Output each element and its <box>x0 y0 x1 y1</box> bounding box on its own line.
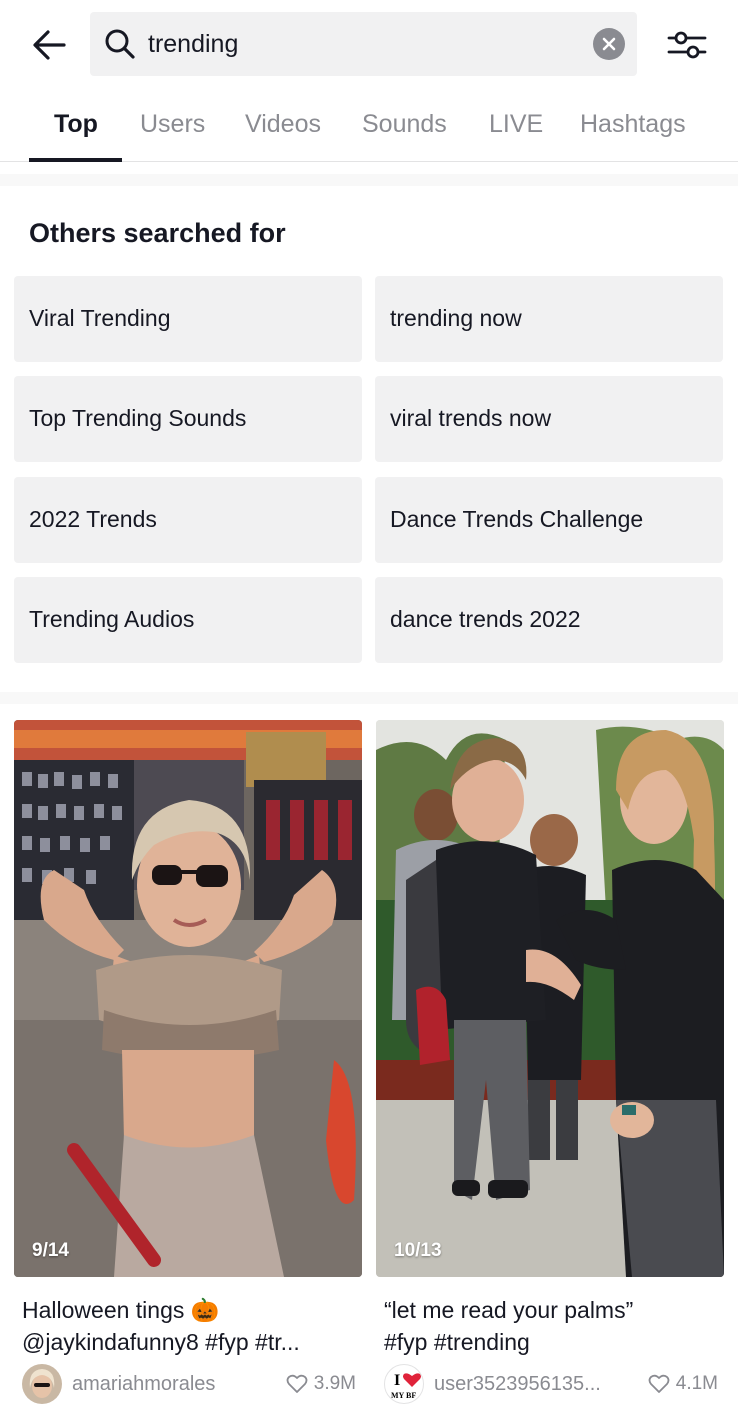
svg-text:I: I <box>394 1372 400 1389</box>
caption-line: @jaykindafunny8 #fyp #tr... <box>22 1329 300 1355</box>
search-icon <box>105 29 135 59</box>
tab-sounds[interactable]: Sounds <box>362 110 447 139</box>
carousel-counter: 10/13 <box>394 1240 442 1261</box>
like-count: 3.9M <box>286 1373 356 1395</box>
back-button[interactable] <box>26 22 72 68</box>
username[interactable]: user3523956135... <box>434 1373 601 1396</box>
video-caption[interactable]: “let me read your palms” #fyp #trending <box>384 1294 720 1358</box>
like-count: 4.1M <box>648 1373 718 1395</box>
video-card[interactable]: 9/14 Halloween tings 🎃 @jaykindafunny8 #… <box>14 720 362 1417</box>
section-divider <box>0 174 738 186</box>
active-tab-indicator <box>29 158 122 162</box>
suggestion-chip[interactable]: Trending Audios <box>14 577 362 663</box>
suggestion-chip[interactable]: Top Trending Sounds <box>14 376 362 462</box>
tab-hashtags[interactable]: Hashtags <box>580 110 686 139</box>
section-divider <box>0 692 738 704</box>
suggestion-label: Dance Trends Challenge <box>390 506 644 532</box>
filter-button[interactable] <box>664 22 710 68</box>
search-box[interactable] <box>90 12 637 76</box>
suggestion-chip[interactable]: dance trends 2022 <box>375 577 723 663</box>
username[interactable]: amariahmorales <box>72 1373 215 1396</box>
carousel-counter: 9/14 <box>32 1240 69 1261</box>
video-thumbnail[interactable]: 9/14 <box>14 720 362 1277</box>
caption-line: Halloween tings 🎃 <box>22 1297 220 1323</box>
video-thumbnail-image <box>14 720 362 1277</box>
video-meta: I MY BF user3523956135... 4.1M <box>384 1364 724 1404</box>
suggestion-label: Top Trending Sounds <box>29 405 247 431</box>
video-thumbnail[interactable]: 10/13 <box>376 720 724 1277</box>
suggestion-chip[interactable]: viral trends now <box>375 376 723 462</box>
suggestion-label: 2022 Trends <box>29 506 157 532</box>
video-thumbnail-image <box>376 720 724 1277</box>
heart-outline-icon <box>286 1374 308 1393</box>
suggestion-label: dance trends 2022 <box>390 606 581 632</box>
suggestion-chip[interactable]: 2022 Trends <box>14 477 362 563</box>
suggestion-chip[interactable]: Dance Trends Challenge <box>375 477 723 563</box>
video-card[interactable]: 10/13 “let me read your palms” #fyp #tre… <box>376 720 724 1417</box>
suggestion-label: viral trends now <box>390 405 552 431</box>
video-caption[interactable]: Halloween tings 🎃 @jaykindafunny8 #fyp #… <box>22 1294 358 1358</box>
like-count-value: 3.9M <box>313 1373 356 1394</box>
caption-line: #fyp #trending <box>384 1329 530 1355</box>
i-heart-my-bf-logo: I MY BF <box>391 1372 421 1400</box>
like-count-value: 4.1M <box>675 1373 718 1394</box>
svg-text:MY BF: MY BF <box>391 1391 416 1400</box>
caption-line: “let me read your palms” <box>384 1297 634 1323</box>
video-meta: amariahmorales 3.9M <box>22 1364 362 1404</box>
clear-search-button[interactable] <box>593 28 625 60</box>
suggestion-chip[interactable]: trending now <box>375 276 723 362</box>
suggestion-label: trending now <box>390 305 522 331</box>
sliders-icon <box>667 31 707 59</box>
suggestion-label: Viral Trending <box>29 305 171 331</box>
suggestion-label: Trending Audios <box>29 606 195 632</box>
close-icon <box>602 37 616 51</box>
suggestion-chip[interactable]: Viral Trending <box>14 276 362 362</box>
search-input[interactable] <box>148 22 608 66</box>
tab-live[interactable]: LIVE <box>489 110 543 139</box>
others-searched-title: Others searched for <box>29 218 286 248</box>
search-header <box>0 0 738 90</box>
avatar[interactable] <box>22 1364 62 1404</box>
search-tabs: Top Users Videos Sounds LIVE Hashtags <box>0 96 738 162</box>
arrow-left-icon <box>33 30 66 60</box>
avatar-image <box>22 1364 62 1404</box>
tab-videos[interactable]: Videos <box>245 110 321 139</box>
heart-outline-icon <box>648 1374 670 1393</box>
tab-top[interactable]: Top <box>54 110 98 139</box>
avatar[interactable]: I MY BF <box>384 1364 424 1404</box>
tab-users[interactable]: Users <box>140 110 205 139</box>
